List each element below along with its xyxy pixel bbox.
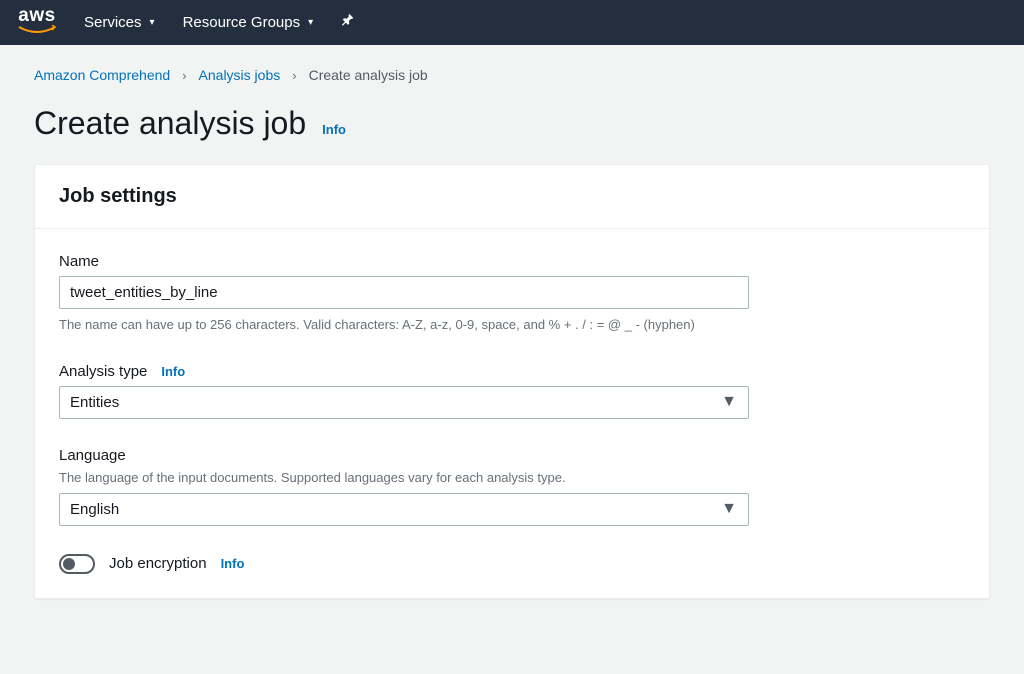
chevron-down-icon: ▾ (150, 17, 155, 28)
chevron-right-icon: › (182, 68, 186, 83)
chevron-right-icon: › (292, 68, 296, 83)
breadcrumb: Amazon Comprehend › Analysis jobs › Crea… (34, 67, 990, 83)
page-info-link[interactable]: Info (322, 122, 346, 137)
top-navbar: aws Services ▾ Resource Groups ▾ (0, 0, 1024, 45)
aws-logo[interactable]: aws (18, 6, 56, 39)
encryption-label: Job encryption (109, 555, 207, 572)
services-label: Services (84, 14, 142, 31)
breadcrumb-link-comprehend[interactable]: Amazon Comprehend (34, 67, 170, 83)
panel-title: Job settings (59, 185, 965, 208)
analysis-type-value[interactable]: Entities (59, 386, 749, 419)
page-title-row: Create analysis job Info (34, 105, 990, 142)
language-value[interactable]: English (59, 493, 749, 526)
analysis-type-info-link[interactable]: Info (161, 364, 185, 379)
analysis-type-label: Analysis type (59, 363, 147, 380)
main-content: Amazon Comprehend › Analysis jobs › Crea… (0, 45, 1024, 621)
field-language: Language The language of the input docum… (59, 447, 965, 526)
panel-body: Name The name can have up to 256 charact… (35, 229, 989, 598)
language-select[interactable]: English ▼ (59, 493, 749, 526)
encryption-toggle[interactable] (59, 554, 95, 574)
field-encryption: Job encryption Info (59, 554, 965, 574)
resource-groups-menu[interactable]: Resource Groups ▾ (183, 14, 314, 31)
encryption-info-link[interactable]: Info (221, 556, 245, 571)
pin-icon[interactable] (341, 13, 355, 32)
panel-header: Job settings (35, 165, 989, 229)
services-menu[interactable]: Services ▾ (84, 14, 155, 31)
breadcrumb-link-analysis-jobs[interactable]: Analysis jobs (199, 67, 281, 83)
name-input[interactable] (59, 276, 749, 309)
toggle-knob (63, 558, 75, 570)
breadcrumb-current: Create analysis job (309, 67, 428, 83)
name-hint: The name can have up to 256 characters. … (59, 315, 965, 335)
aws-smile-icon (18, 23, 56, 39)
chevron-down-icon: ▾ (308, 17, 313, 28)
page-title: Create analysis job (34, 105, 306, 142)
field-name: Name The name can have up to 256 charact… (59, 253, 965, 335)
name-label: Name (59, 253, 99, 270)
language-label: Language (59, 447, 126, 464)
language-desc: The language of the input documents. Sup… (59, 470, 965, 485)
analysis-type-select[interactable]: Entities ▼ (59, 386, 749, 419)
field-analysis-type: Analysis type Info Entities ▼ (59, 363, 965, 419)
job-settings-panel: Job settings Name The name can have up t… (34, 164, 990, 599)
resource-groups-label: Resource Groups (183, 14, 301, 31)
